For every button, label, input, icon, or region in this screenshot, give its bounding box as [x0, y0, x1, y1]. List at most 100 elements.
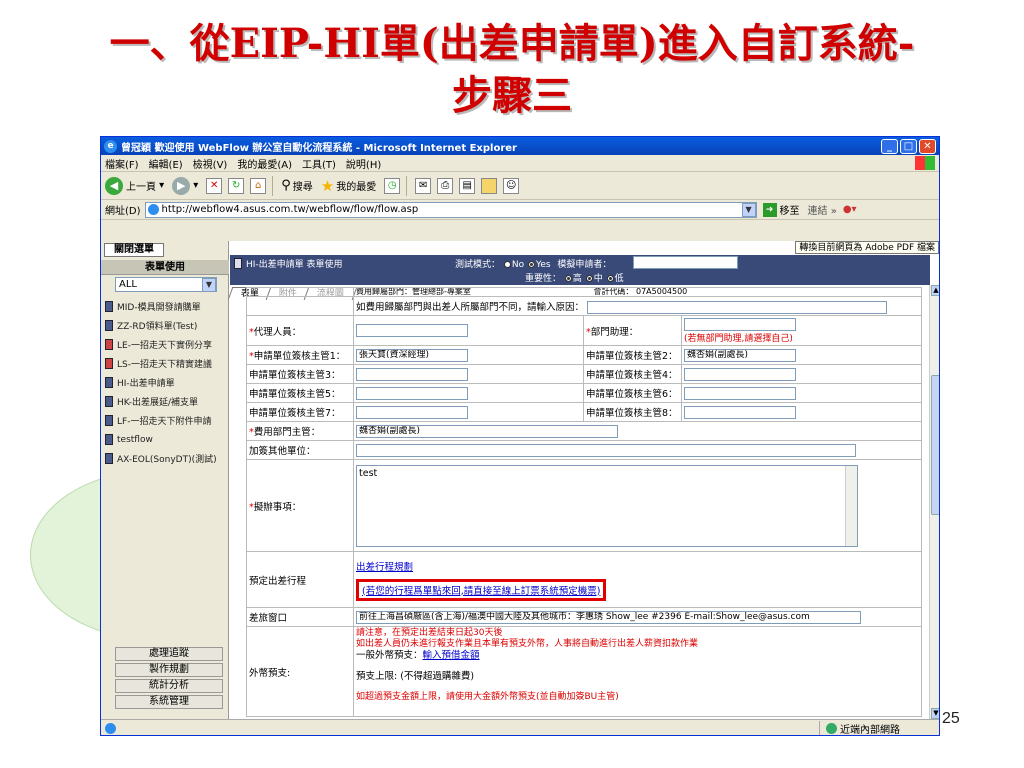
- history-icon[interactable]: ◷: [384, 177, 401, 194]
- document-icon: [105, 339, 113, 350]
- approver7-input[interactable]: [356, 405, 468, 419]
- table-row: *代理人員： *部門助理： (若無部門助理,請選擇自己): [246, 315, 922, 346]
- list-item[interactable]: ZZ-RD領料單(Test): [105, 316, 227, 335]
- list-item[interactable]: testflow: [105, 430, 227, 449]
- go-button[interactable]: ➜ 移至: [762, 202, 800, 217]
- list-item[interactable]: MID-模具開發請購單: [105, 297, 227, 316]
- scroll-up-icon[interactable]: ▲: [931, 285, 939, 296]
- address-input[interactable]: http://webflow4.asus.com.tw/webflow/flow…: [144, 201, 757, 218]
- dept-assistant-note: (若無部門助理,請選擇自己): [684, 333, 793, 344]
- matters-label: 擬辦事項：: [253, 501, 302, 513]
- favorites-button[interactable]: ★ 我的最愛: [321, 177, 376, 195]
- document-icon: [105, 415, 113, 426]
- form-category-select[interactable]: ALL ▼: [115, 277, 217, 292]
- importance-high-radio[interactable]: [564, 275, 572, 282]
- table-row: 外幣預支: 請注意，在預定出差結束日起30天後 如出差人員仍未進行報支作業且本單…: [246, 626, 922, 717]
- convert-pdf-button[interactable]: 轉換目前網頁為 Adobe PDF 檔案: [795, 241, 939, 254]
- design-button[interactable]: 製作規劃: [115, 663, 223, 677]
- importance-mid-radio[interactable]: [585, 275, 593, 282]
- list-item[interactable]: LS-一招走天下精實建議: [105, 354, 227, 373]
- edit-icon[interactable]: ▤: [459, 177, 476, 194]
- list-item[interactable]: HI-出差申請單: [105, 373, 227, 392]
- textarea-scrollbar[interactable]: [845, 465, 857, 546]
- approver3-input[interactable]: [356, 367, 468, 381]
- page-icon: [147, 204, 159, 215]
- folder-icon[interactable]: [481, 177, 498, 194]
- go-label: 移至: [779, 206, 800, 217]
- approver5-input[interactable]: [356, 386, 468, 400]
- system-admin-button[interactable]: 系統管理: [115, 695, 223, 709]
- stop-icon[interactable]: ✕: [206, 177, 223, 194]
- window-titlebar[interactable]: e 曾冠穎 歡迎使用 WebFlow 辦公室自動化流程系統 - Microsof…: [101, 137, 939, 155]
- close-button[interactable]: ✕: [919, 138, 936, 154]
- extension-icon[interactable]: ●▾: [843, 204, 857, 215]
- maximize-button[interactable]: □: [900, 138, 917, 154]
- left-menu-frame: 關閉選單 表單使用 ALL ▼ MID-模具開發請購單 ZZ-RD領料單(Tes…: [101, 241, 229, 719]
- mail-icon[interactable]: ✉: [415, 177, 432, 194]
- reason-input[interactable]: [587, 300, 888, 314]
- slide-title-line2: 步驟三: [452, 72, 572, 119]
- form-category-value: ALL: [119, 279, 137, 290]
- refresh-icon[interactable]: ↻: [228, 177, 245, 194]
- dept-assistant-label: 部門助理：: [590, 326, 639, 338]
- test-no-radio[interactable]: [503, 261, 511, 268]
- scroll-down-icon[interactable]: ▼: [931, 708, 939, 719]
- left-bottom-menu: 處理追蹤 製作規劃 統計分析 系統管理: [115, 647, 223, 711]
- menu-view[interactable]: 檢視(V): [193, 156, 228, 171]
- menu-file[interactable]: 檔案(F): [105, 156, 139, 171]
- forward-arrow-icon: ▶: [172, 176, 191, 195]
- scrollbar-thumb[interactable]: [931, 375, 939, 515]
- list-item[interactable]: AX-EOL(SonyDT)(測試): [105, 449, 227, 468]
- dept-assistant-input[interactable]: [684, 317, 796, 331]
- form-scrollbar[interactable]: ▲ ▼: [929, 285, 939, 719]
- forward-dropdown-icon[interactable]: ▾: [193, 180, 198, 191]
- test-yes-radio[interactable]: [528, 261, 536, 268]
- menu-favorites[interactable]: 我的最愛(A): [237, 156, 292, 171]
- advance-general-label: 一般外幣預支：: [356, 650, 423, 661]
- itinerary-plan-link[interactable]: 出差行程規劃: [356, 562, 413, 573]
- importance-low-radio[interactable]: [606, 275, 614, 282]
- matters-textarea[interactable]: test: [356, 464, 858, 547]
- menu-edit[interactable]: 編輯(E): [149, 156, 183, 171]
- approver2-input[interactable]: 魏杏娟(副處長): [684, 348, 796, 362]
- search-label: 搜尋: [292, 182, 313, 193]
- ie-logo-icon: e: [104, 139, 117, 153]
- select-dropdown-icon[interactable]: ▼: [202, 277, 216, 292]
- search-button[interactable]: ⚲ 搜尋: [281, 178, 313, 193]
- address-dropdown-icon[interactable]: ▼: [741, 202, 756, 217]
- approver6-input[interactable]: [684, 386, 796, 400]
- list-item[interactable]: HK-出差展延/補支單: [105, 392, 227, 411]
- back-dropdown-icon[interactable]: ▾: [156, 180, 164, 191]
- agent-label: 代理人員：: [253, 326, 302, 338]
- menu-tools[interactable]: 工具(T): [302, 156, 336, 171]
- messenger-icon[interactable]: ☺: [503, 177, 520, 194]
- tracking-button[interactable]: 處理追蹤: [115, 647, 223, 661]
- approver4-input[interactable]: [684, 367, 796, 381]
- minimize-button[interactable]: _: [881, 138, 898, 154]
- back-button[interactable]: ◀ 上一頁 ▾: [105, 176, 164, 195]
- list-item[interactable]: LE-一招走天下實例分享: [105, 335, 227, 354]
- online-booking-link[interactable]: (若您的行程爲單點來回,請直接至線上訂票系統預定機票): [362, 586, 600, 597]
- document-icon: [105, 320, 113, 331]
- links-button[interactable]: 連結 »: [808, 202, 837, 217]
- simulate-applicant-input[interactable]: [633, 256, 738, 269]
- search-icon: ⚲: [281, 178, 291, 193]
- travel-window-input[interactable]: 前往上海昌碩廠區(含上海)/福澳中國大陸及其他城市：李惠琇 Show_lee #…: [356, 610, 861, 624]
- forward-button[interactable]: ▶ ▾: [172, 176, 198, 195]
- document-icon: [105, 453, 113, 464]
- toolbar-separator: [406, 175, 408, 196]
- table-row: *費用部門主管： 魏杏娟(副處長): [246, 421, 922, 441]
- approver1-input[interactable]: 張天寶(資深經理): [356, 348, 468, 362]
- menu-help[interactable]: 說明(H): [346, 156, 381, 171]
- agent-input[interactable]: [356, 324, 468, 337]
- statistics-button[interactable]: 統計分析: [115, 679, 223, 693]
- print-icon[interactable]: ⎙: [437, 177, 454, 194]
- browser-window: e 曾冠穎 歡迎使用 WebFlow 辦公室自動化流程系統 - Microsof…: [100, 136, 940, 736]
- list-item[interactable]: LF-一招走天下附件申請: [105, 411, 227, 430]
- close-menu-tab[interactable]: 關閉選單: [104, 243, 164, 257]
- countersign-input[interactable]: [356, 443, 856, 457]
- home-icon[interactable]: ⌂: [250, 177, 267, 194]
- approver8-input[interactable]: [684, 405, 796, 419]
- cost-dept-input[interactable]: 魏杏娟(副處長): [356, 424, 618, 438]
- advance-amount-link[interactable]: 輸入預借金額: [423, 650, 480, 661]
